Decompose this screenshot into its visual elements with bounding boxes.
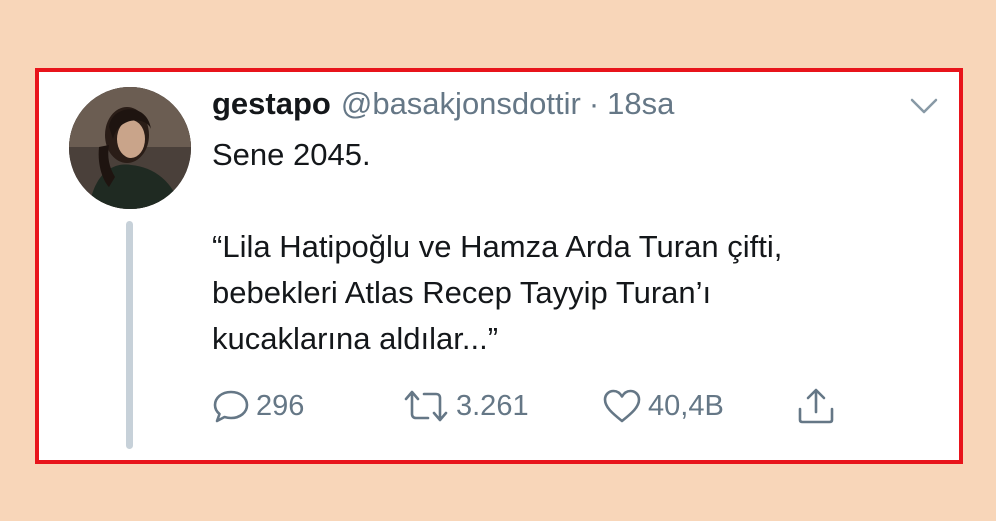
chevron-down-icon [910,98,938,114]
timestamp[interactable]: 18sa [607,84,674,124]
avatar[interactable] [69,87,191,209]
reply-button[interactable]: 296 [212,386,304,426]
tweet-text-line: bebekleri Atlas Recep Tayyip Turan’ı [212,275,712,310]
share-upload-icon [798,388,834,424]
tweet-card[interactable]: gestapo @basakjonsdottir · 18sa Sene 204… [35,68,963,464]
thread-line [126,221,133,449]
tweet-text-line: “Lila Hatipoğlu ve Hamza Arda Turan çift… [212,229,783,264]
heart-icon [603,389,641,423]
avatar-image [69,87,191,209]
like-count: 40,4B [648,390,724,422]
like-button[interactable]: 40,4B [602,386,724,426]
retweet-button[interactable]: 3.261 [402,386,529,426]
share-button[interactable] [796,386,836,426]
reply-count: 296 [256,390,305,422]
more-options-button[interactable] [909,96,939,116]
tweet-text: Sene 2045. “Lila Hatipoğlu ve Hamza Arda… [212,132,912,362]
tweet-text-line: Sene 2045. [212,137,371,172]
separator-dot: · [588,86,600,121]
display-name[interactable]: gestapo [212,84,331,124]
retweet-count: 3.261 [456,390,529,422]
speech-bubble-icon [213,390,249,423]
tweet-header: gestapo @basakjonsdottir · 18sa [212,84,674,124]
tweet-actions: 296 3.261 40,4B [212,386,872,426]
retweet-arrows-icon [404,390,448,422]
user-handle[interactable]: @basakjonsdottir [341,84,581,124]
tweet-text-line: kucaklarına aldılar...” [212,321,499,356]
